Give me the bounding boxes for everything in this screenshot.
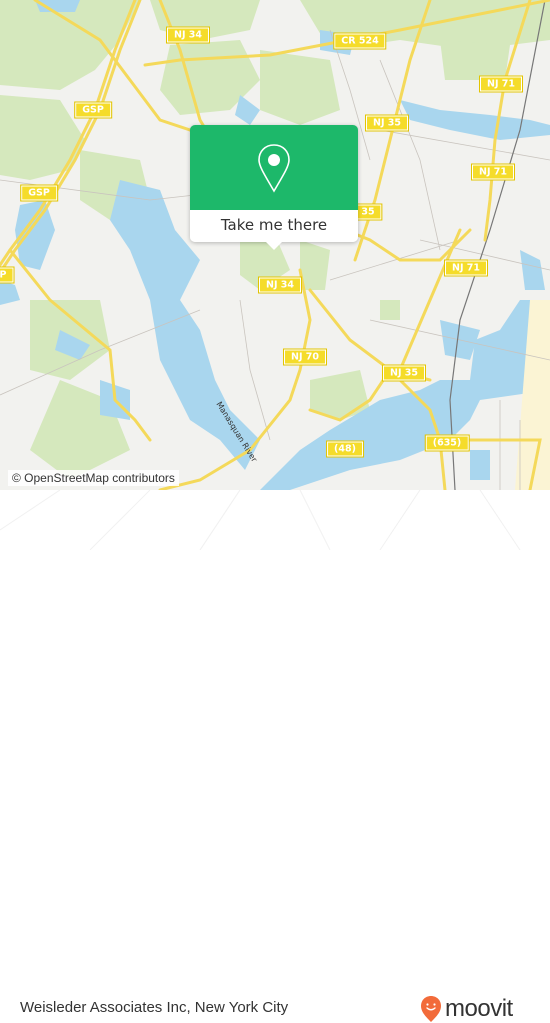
road-shield-gsp: GSP xyxy=(74,101,112,119)
road-shield-nj34: NJ 34 xyxy=(165,26,211,44)
moovit-pin-icon xyxy=(421,996,441,1022)
map[interactable]: NJ 34 CR 524 NJ 71 GSP NJ 35 GSP NJ 71 N… xyxy=(0,0,550,490)
footer-background-pattern xyxy=(0,490,521,550)
moovit-wordmark: moovit xyxy=(445,995,513,1022)
road-shield-48: (48) xyxy=(326,440,364,458)
road-shield-gsp: GSP xyxy=(20,184,58,202)
road-shield-nj35: NJ 35 xyxy=(364,114,410,132)
road-shield-nj71: NJ 71 xyxy=(443,259,489,277)
location-popup: Take me there xyxy=(190,125,358,250)
road-shield-635: (635) xyxy=(424,434,470,452)
take-me-there-button[interactable]: Take me there xyxy=(190,210,358,242)
map-attribution[interactable]: © OpenStreetMap contributors xyxy=(8,470,179,486)
footer: Weisleder Associates Inc, New York City … xyxy=(0,490,550,1022)
road-shield-nj35: 35 xyxy=(353,203,383,221)
road-shield-nj71: NJ 71 xyxy=(478,75,524,93)
map-pin-icon xyxy=(258,144,290,193)
road-shield-nj71: NJ 71 xyxy=(470,163,516,181)
moovit-logo[interactable]: moovit xyxy=(420,995,513,1023)
road-shield-nj35: NJ 35 xyxy=(381,364,427,382)
road-shield-nj34: NJ 34 xyxy=(257,276,303,294)
road-shield-gsp: P xyxy=(0,266,15,284)
popup-tail xyxy=(266,242,282,250)
place-title: Weisleder Associates Inc, New York City xyxy=(20,999,289,1016)
popup-header xyxy=(190,125,358,210)
road-shield-cr524: CR 524 xyxy=(333,32,387,50)
road-shield-nj70: NJ 70 xyxy=(282,348,328,366)
